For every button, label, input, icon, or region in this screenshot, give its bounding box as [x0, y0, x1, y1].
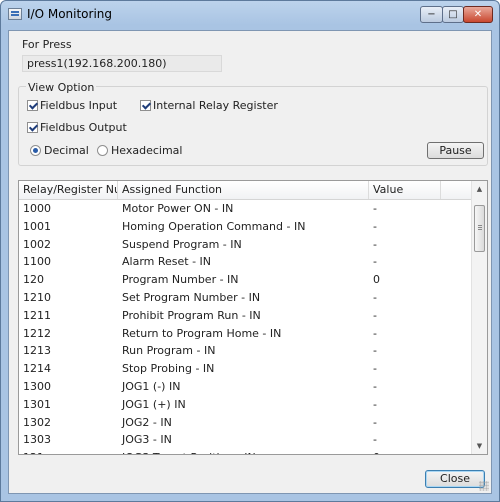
relay-register-cell: 1100 [23, 255, 51, 269]
column-header-value[interactable]: Value [369, 181, 441, 199]
dialog-body: For Press press1(192.168.200.180) View O… [8, 30, 492, 494]
assigned-function-cell: JOG1 (+) IN [122, 397, 186, 411]
assigned-function-cell: Return to Program Home - IN [122, 326, 282, 340]
value-cell: - [373, 362, 377, 376]
table-row[interactable]: 1301 JOG1 (+) IN - [19, 396, 471, 414]
table-row[interactable]: 1213 Run Program - IN - [19, 342, 471, 360]
value-cell: - [373, 415, 377, 429]
hexadecimal-radio[interactable] [97, 145, 108, 156]
fieldbus-input-label: Fieldbus Input [40, 99, 118, 112]
app-window-icon [8, 8, 22, 20]
hexadecimal-label: Hexadecimal [111, 144, 183, 157]
internal-relay-register-checkbox[interactable] [140, 100, 151, 111]
assigned-function-cell: Run Program - IN [122, 344, 216, 358]
resize-grip-icon[interactable] [479, 481, 489, 491]
fieldbus-input-checkbox[interactable] [27, 100, 38, 111]
table-header: Relay/Register Num... Assigned Function … [19, 181, 471, 200]
value-cell: - [373, 397, 377, 411]
relay-register-cell: 1001 [23, 219, 51, 233]
assigned-function-cell: Suspend Program - IN [122, 237, 242, 251]
value-cell: - [373, 290, 377, 304]
table-row[interactable]: 1212 Return to Program Home - IN - [19, 325, 471, 343]
value-cell: - [373, 326, 377, 340]
relay-register-cell: 1212 [23, 326, 51, 340]
relay-register-cell: 120 [23, 273, 44, 287]
relay-register-cell: 1214 [23, 362, 51, 376]
relay-register-cell: 1303 [23, 433, 51, 447]
assigned-function-cell: Alarm Reset - IN [122, 255, 212, 269]
window-close-button[interactable]: ✕ [463, 6, 493, 23]
table-row[interactable]: 1300 JOG1 (-) IN - [19, 378, 471, 396]
for-press-label: For Press [22, 38, 72, 51]
internal-relay-register-label: Internal Relay Register [153, 99, 278, 112]
fieldbus-output-label: Fieldbus Output [40, 121, 127, 134]
assigned-function-cell: JOG1 (-) IN [122, 379, 181, 393]
relay-register-cell: 1000 [23, 202, 51, 215]
io-table: Relay/Register Num... Assigned Function … [18, 180, 488, 455]
relay-register-cell: 1301 [23, 397, 51, 411]
assigned-function-cell: Program Number - IN [122, 273, 239, 287]
io-monitoring-window: I/O Monitoring − □ ✕ For Press press1(19… [0, 0, 500, 502]
scroll-thumb[interactable] [474, 205, 485, 252]
value-cell: - [373, 308, 377, 322]
maximize-button[interactable]: □ [442, 6, 464, 23]
table-row[interactable]: 1303 JOG3 - IN - [19, 431, 471, 449]
minimize-button[interactable]: − [420, 6, 443, 23]
table-row[interactable]: 1001 Homing Operation Command - IN - [19, 218, 471, 236]
scroll-up-icon[interactable]: ▲ [472, 181, 487, 197]
vertical-scrollbar[interactable]: ▲ ▼ [471, 181, 487, 454]
assigned-function-cell: Motor Power ON - IN [122, 202, 234, 215]
column-header-assigned-function[interactable]: Assigned Function [118, 181, 369, 199]
value-cell: - [373, 433, 377, 447]
assigned-function-cell: JOG3 - IN [122, 433, 172, 447]
press-field: press1(192.168.200.180) [22, 55, 222, 72]
fieldbus-output-checkbox[interactable] [27, 122, 38, 133]
relay-register-cell: 1302 [23, 415, 51, 429]
relay-register-cell: 1210 [23, 290, 51, 304]
table-row[interactable]: 1000 Motor Power ON - IN - [19, 200, 471, 218]
assigned-function-cell: JOG3 Target Position - IN [118, 449, 373, 454]
decimal-radio[interactable] [30, 145, 41, 156]
table-row[interactable]: 121JOG3 Target Position - IN0 [19, 449, 471, 454]
relay-register-cell: 1002 [23, 237, 51, 251]
assigned-function-cell: JOG2 - IN [122, 415, 172, 429]
relay-register-cell: 1211 [23, 308, 51, 322]
value-cell: 0 [373, 273, 380, 287]
value-cell: - [373, 219, 377, 233]
relay-register-cell: 121 [19, 449, 122, 454]
view-option-title: View Option [26, 81, 97, 94]
table-row[interactable]: 1302 JOG2 - IN - [19, 414, 471, 432]
relay-register-cell: 1300 [23, 379, 51, 393]
decimal-label: Decimal [44, 144, 89, 157]
pause-button[interactable]: Pause [427, 142, 484, 159]
table-row[interactable]: 1214 Stop Probing - IN - [19, 360, 471, 378]
relay-register-cell: 1213 [23, 344, 51, 358]
value-cell: - [373, 255, 377, 269]
close-button[interactable]: Close [425, 470, 485, 488]
table-row[interactable]: 120 Program Number - IN 0 [19, 271, 471, 289]
value-cell: - [373, 202, 377, 215]
scroll-down-icon[interactable]: ▼ [472, 438, 487, 454]
value-cell: 0 [369, 449, 475, 454]
window-title: I/O Monitoring [27, 7, 113, 21]
assigned-function-cell: Prohibit Program Run - IN [122, 308, 261, 322]
table-row[interactable]: 1100 Alarm Reset - IN - [19, 253, 471, 271]
assigned-function-cell: Set Program Number - IN [122, 290, 261, 304]
column-header-relay-register[interactable]: Relay/Register Num... [19, 181, 118, 199]
value-cell: - [373, 379, 377, 393]
value-cell: - [373, 237, 377, 251]
value-cell: - [373, 344, 377, 358]
table-row[interactable]: 1210 Set Program Number - IN - [19, 289, 471, 307]
table-row[interactable]: 1002 Suspend Program - IN - [19, 236, 471, 254]
title-bar[interactable]: I/O Monitoring − □ ✕ [1, 1, 499, 29]
assigned-function-cell: Homing Operation Command - IN [122, 219, 306, 233]
assigned-function-cell: Stop Probing - IN [122, 362, 215, 376]
table-row[interactable]: 1211 Prohibit Program Run - IN - [19, 307, 471, 325]
table-rows: 1000 Motor Power ON - IN - 1001 Homing Opera… [19, 200, 471, 454]
